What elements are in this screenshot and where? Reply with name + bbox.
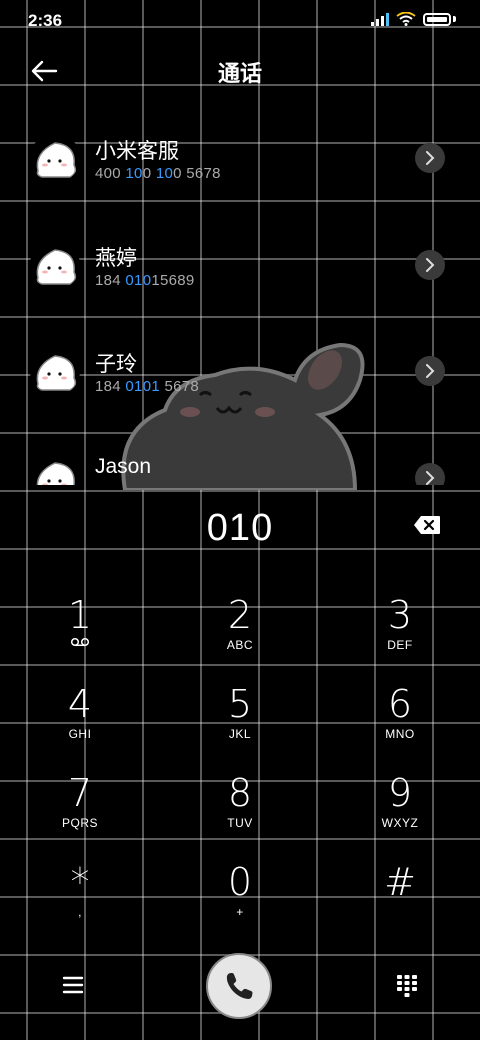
key-5[interactable]: 5 JKL (160, 674, 320, 762)
key-4[interactable]: 4 GHI (0, 674, 160, 762)
battery-tip (453, 16, 456, 22)
voicemail-icon (70, 637, 90, 647)
contact-name: 子玲 (95, 353, 137, 376)
number-part: 184 (95, 378, 126, 395)
page-title: 通话 (217, 61, 262, 86)
key-digit: 0 (227, 860, 253, 904)
number-part: 184 (95, 272, 126, 289)
dial-input[interactable]: 010 (0, 507, 480, 550)
number-match: 010 (125, 272, 152, 289)
avatar (30, 133, 80, 183)
contact-row[interactable]: Jason (0, 435, 480, 485)
key-hash[interactable]: # (320, 852, 480, 940)
contact-name: Jason (95, 455, 152, 478)
chevron-right-icon[interactable] (415, 463, 445, 485)
key-star[interactable]: * , (0, 852, 160, 940)
avatar (30, 240, 80, 290)
backspace-icon[interactable] (413, 515, 441, 535)
contact-row[interactable]: 子玲 184 0101 5678 (0, 328, 480, 428)
keypad-icon[interactable] (396, 974, 418, 998)
key-letters: + (236, 905, 244, 919)
contact-row[interactable]: 小米客服 400 100 100 5678 (0, 115, 480, 215)
key-digit: 6 (387, 682, 413, 726)
key-2[interactable]: 2 ABC (160, 585, 320, 673)
number-part: 15689 (151, 272, 195, 289)
key-digit: 7 (67, 771, 93, 815)
contact-suggestions-list: 小米客服 400 100 100 5678 燕婷 184 01015689 子玲… (0, 115, 480, 485)
key-digit: # (384, 860, 416, 904)
key-digit: * (70, 860, 90, 904)
chevron-right-icon[interactable] (415, 143, 445, 173)
battery-icon (423, 12, 451, 26)
key-0[interactable]: 0 + (160, 852, 320, 940)
key-letters: , (78, 905, 82, 919)
key-letters: WXYZ (381, 816, 419, 830)
phone-icon (226, 973, 253, 999)
key-digit: 9 (387, 771, 413, 815)
number-part: 5678 (159, 378, 200, 395)
key-digit: 4 (67, 682, 93, 726)
contact-number: 400 100 100 5678 (95, 165, 221, 182)
key-digit: 3 (387, 593, 413, 637)
bottom-action-bar (0, 950, 480, 1030)
status-time: 2:36 (28, 11, 63, 30)
chevron-right-icon[interactable] (415, 356, 445, 386)
number-match: 0101 (125, 378, 160, 395)
call-button[interactable] (206, 953, 272, 1019)
status-bar: 2:36 (0, 0, 480, 40)
app-header: 通话 (0, 44, 480, 100)
chevron-right-icon[interactable] (415, 250, 445, 280)
contact-number: 184 01015689 (95, 272, 195, 289)
key-letters: TUV (227, 816, 253, 830)
key-letters: MNO (385, 727, 415, 741)
key-digit: 8 (227, 771, 253, 815)
number-part: 400 (95, 165, 126, 182)
key-7[interactable]: 7 PQRS (0, 763, 160, 851)
key-8[interactable]: 8 TUV (160, 763, 320, 851)
number-match: 10 (125, 165, 143, 182)
key-letters: DEF (387, 638, 413, 652)
contact-name: 小米客服 (95, 140, 179, 163)
contact-number: 184 0101 5678 (95, 378, 199, 395)
key-digit: 1 (67, 593, 93, 637)
contact-row[interactable]: 燕婷 184 01015689 (0, 222, 480, 322)
menu-icon[interactable] (62, 975, 84, 995)
key-digit: 2 (227, 593, 253, 637)
key-letters: JKL (228, 727, 252, 741)
number-part: 0 (142, 165, 156, 182)
key-letters: GHI (68, 727, 92, 741)
key-1[interactable]: 1 (0, 585, 160, 673)
contact-name: 燕婷 (95, 247, 137, 270)
wifi-icon (396, 12, 416, 26)
avatar (30, 453, 80, 485)
number-part: 0 5678 (173, 165, 221, 182)
key-letters: ABC (226, 638, 254, 652)
signal-icon (371, 12, 389, 26)
number-match: 10 (155, 165, 174, 182)
key-6[interactable]: 6 MNO (320, 674, 480, 762)
status-icons (371, 12, 456, 26)
key-letters: PQRS (61, 816, 98, 830)
key-digit: 5 (227, 682, 253, 726)
avatar (30, 346, 80, 396)
key-9[interactable]: 9 WXYZ (320, 763, 480, 851)
key-3[interactable]: 3 DEF (320, 585, 480, 673)
